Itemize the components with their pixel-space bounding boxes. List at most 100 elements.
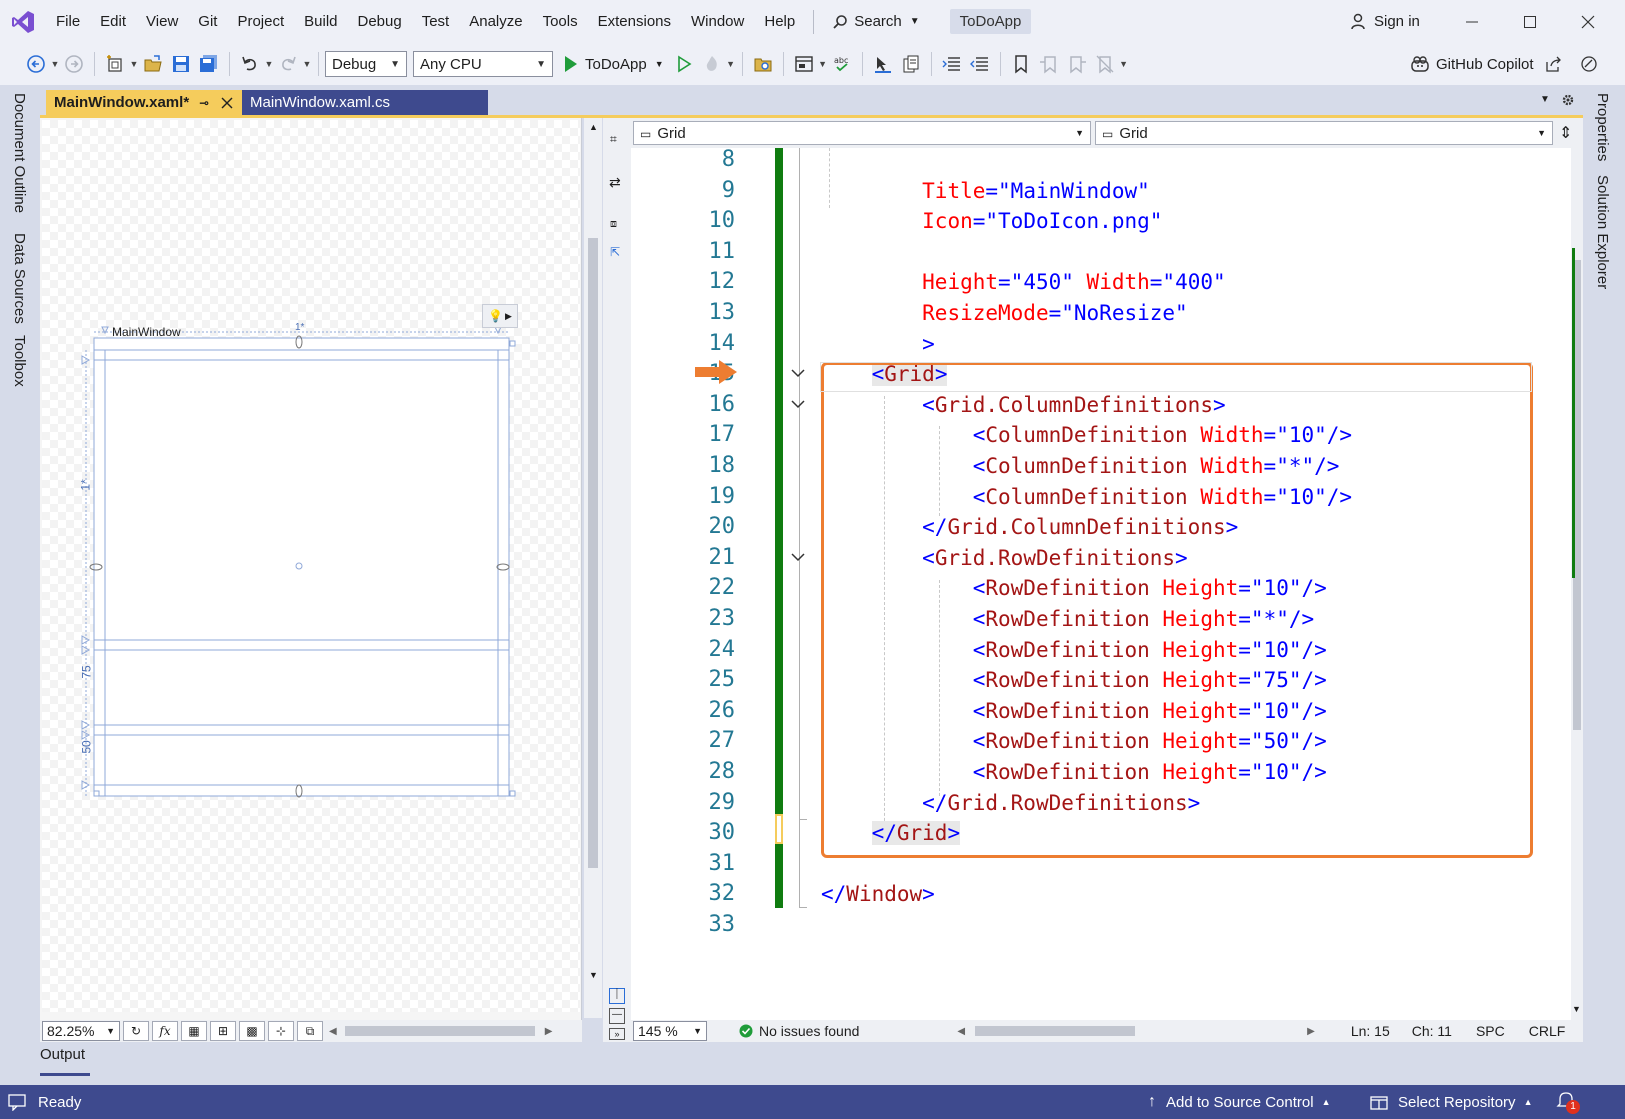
scroll-thumb[interactable]	[588, 238, 598, 868]
refresh-button[interactable]: ↻	[123, 1021, 149, 1041]
code-line[interactable]: Height="450" Width="400"	[821, 267, 1226, 297]
open-file-button[interactable]	[139, 50, 167, 78]
minimize-button[interactable]	[1443, 0, 1501, 43]
start-debugging-button[interactable]: ToDoApp ▼	[559, 56, 670, 73]
swap-panes-icon[interactable]: ⇄	[609, 174, 621, 191]
solution-explorer-tab[interactable]: Solution Explorer	[1594, 175, 1611, 289]
data-sources-tab[interactable]: Data Sources	[11, 233, 28, 324]
designer-vertical-scrollbar[interactable]: ▲ ▼	[584, 118, 602, 1018]
pin-icon[interactable]: ⊸	[199, 96, 209, 110]
effects-toggle-button[interactable]: fx	[152, 1021, 178, 1041]
search-button[interactable]: Search ▼	[822, 0, 929, 43]
artboard-background-button[interactable]: ▩	[239, 1021, 265, 1041]
snap-grid-button[interactable]: ⊞	[210, 1021, 236, 1041]
new-project-button[interactable]	[101, 50, 129, 78]
fold-chevron-down-icon[interactable]	[791, 549, 811, 569]
fold-chevron-down-icon[interactable]	[791, 396, 811, 416]
gear-icon[interactable]	[1561, 93, 1575, 107]
notifications-button[interactable]: 1	[1556, 1090, 1580, 1114]
snap-lines-button[interactable]: ⊹	[268, 1021, 294, 1041]
code-line[interactable]: </Window>	[821, 879, 935, 909]
redo-dropdown-icon[interactable]: ▼	[302, 59, 312, 69]
project-code-button[interactable]: ⧉	[297, 1021, 323, 1041]
code-line[interactable]: Title="MainWindow"	[821, 176, 1150, 206]
editor-zoom-dropdown[interactable]: 145 % ▼	[633, 1021, 707, 1041]
scroll-down-icon[interactable]: ▼	[589, 970, 598, 980]
editor-vertical-scrollbar[interactable]: ▼	[1571, 148, 1583, 1020]
whitespace-indicator[interactable]: SPC	[1476, 1023, 1505, 1039]
menu-analyze[interactable]: Analyze	[459, 0, 532, 43]
layout-dropdown-icon[interactable]: ▼	[818, 59, 828, 69]
line-indicator[interactable]: Ln: 15	[1351, 1023, 1390, 1039]
designer-window-preview[interactable]	[42, 120, 580, 1012]
start-without-debugging-button[interactable]	[670, 50, 698, 78]
run-dropdown-icon[interactable]: ▼	[655, 59, 664, 69]
popout-icon[interactable]: ⇱	[610, 245, 620, 259]
code-line[interactable]: >	[821, 329, 935, 359]
uncomment-lines-button[interactable]	[966, 50, 994, 78]
menu-view[interactable]: View	[136, 0, 188, 43]
layout-button[interactable]	[790, 50, 818, 78]
tab-list-dropdown-icon[interactable]: ▼	[1540, 94, 1550, 105]
scroll-left-icon[interactable]: ◀	[957, 1026, 965, 1037]
output-tab[interactable]: Output	[40, 1042, 100, 1066]
close-button[interactable]	[1559, 0, 1617, 43]
element-navigation-dropdown[interactable]: ▭ Grid ▼	[633, 121, 1091, 145]
fold-chevron-down-icon[interactable]	[791, 365, 811, 385]
split-editor-icon[interactable]: ⇕	[1559, 123, 1572, 143]
undo-button[interactable]	[236, 50, 264, 78]
hot-reload-button[interactable]	[698, 50, 726, 78]
copy-format-button[interactable]	[897, 50, 925, 78]
menu-edit[interactable]: Edit	[90, 0, 136, 43]
comment-lines-button[interactable]	[938, 50, 966, 78]
breakpoint-location-button[interactable]	[869, 50, 897, 78]
share-icon[interactable]	[1544, 55, 1562, 73]
properties-tab[interactable]: Properties	[1594, 93, 1611, 161]
horizontal-split-icon[interactable]: ―	[609, 1008, 625, 1024]
scroll-right-icon[interactable]: ▶	[1307, 1026, 1315, 1037]
platform-dropdown[interactable]: Any CPU ▼	[413, 51, 553, 77]
toolbar-overflow-icon[interactable]: ▼	[1119, 59, 1129, 69]
quick-actions-button[interactable]: 💡 ▶	[482, 304, 518, 328]
grid-toggle-button[interactable]: ▦	[181, 1021, 207, 1041]
column-indicator[interactable]: Ch: 11	[1412, 1023, 1452, 1039]
scroll-left-icon[interactable]: ◀	[329, 1026, 337, 1037]
navigate-forward-button[interactable]	[60, 50, 88, 78]
output-window-icon[interactable]	[8, 1093, 28, 1111]
collapse-pane-icon[interactable]: ⧈	[610, 218, 617, 231]
save-button[interactable]	[167, 50, 195, 78]
find-in-files-button[interactable]	[749, 50, 777, 78]
expand-pane-icon[interactable]: »	[609, 1028, 625, 1040]
designer-horizontal-scroll-thumb[interactable]	[344, 1026, 535, 1036]
toggle-bookmark-button[interactable]	[1007, 50, 1035, 78]
add-to-source-control-button[interactable]: ↑ Add to Source Control ▲	[1148, 1093, 1331, 1111]
designer-zoom-dropdown[interactable]: 82.25% ▼	[42, 1021, 120, 1041]
clear-bookmarks-button[interactable]	[1091, 50, 1119, 78]
feedback-icon[interactable]	[1580, 55, 1598, 73]
menu-git[interactable]: Git	[188, 0, 227, 43]
menu-tools[interactable]: Tools	[533, 0, 588, 43]
menu-extensions[interactable]: Extensions	[588, 0, 681, 43]
line-ending-indicator[interactable]: CRLF	[1529, 1023, 1566, 1039]
designer-canvas[interactable]: MainWindow 1* 1* 75 50 💡 ▶	[42, 120, 580, 1012]
scroll-up-icon[interactable]: ▲	[589, 122, 598, 132]
configuration-dropdown[interactable]: Debug ▼	[325, 51, 407, 77]
navigate-back-button[interactable]	[22, 50, 50, 78]
pan-icon[interactable]: ⌗	[610, 132, 617, 147]
maximize-button[interactable]	[1501, 0, 1559, 43]
menu-help[interactable]: Help	[754, 0, 805, 43]
spell-check-button[interactable]: abc	[828, 50, 856, 78]
vertical-split-icon[interactable]: ⏐	[609, 988, 625, 1004]
document-outline-tab[interactable]: Document Outline	[11, 93, 28, 213]
menu-test[interactable]: Test	[412, 0, 460, 43]
previous-bookmark-button[interactable]	[1035, 50, 1063, 78]
new-dropdown-icon[interactable]: ▼	[129, 59, 139, 69]
next-bookmark-button[interactable]	[1063, 50, 1091, 78]
scroll-down-icon[interactable]: ▼	[1572, 1004, 1581, 1014]
github-copilot-button[interactable]: GitHub Copilot	[1410, 43, 1604, 85]
scroll-right-icon[interactable]: ▶	[545, 1026, 553, 1037]
sign-in-button[interactable]: Sign in	[1350, 0, 1420, 43]
menu-window[interactable]: Window	[681, 0, 754, 43]
save-all-button[interactable]	[195, 50, 223, 78]
member-navigation-dropdown[interactable]: ▭ Grid ▼	[1095, 121, 1553, 145]
